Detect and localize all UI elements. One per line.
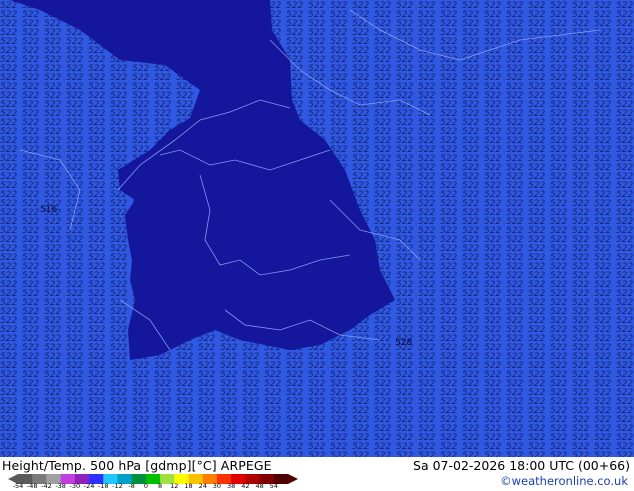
colorbar-tick-label: 38 xyxy=(227,482,236,490)
colorbar-tick-label: -24 xyxy=(83,482,95,490)
contour-value-label: 528 xyxy=(395,338,412,348)
map-canvas: 522 516528 xyxy=(0,0,634,457)
colorbar-tick-label: -48 xyxy=(26,482,38,490)
colorbar-tick-label: -12 xyxy=(112,482,123,490)
source-credit-link[interactable]: ©weatheronline.co.uk xyxy=(500,474,628,488)
map-footer: Height/Temp. 500 hPa [gdmp][°C] ARPEGE S… xyxy=(0,457,634,490)
colorbar-tick-label: 30 xyxy=(212,482,222,490)
colorbar-tick-label: 0 xyxy=(143,482,148,490)
weather-map: 522 516528 xyxy=(0,0,634,457)
colorbar-tick-label: -54 xyxy=(12,482,24,490)
colorbar-tick-label: 54 xyxy=(269,482,278,490)
colorbar-tick-label: 24 xyxy=(198,482,207,490)
colorbar-tick-label: -30 xyxy=(69,482,81,490)
colorbar-tick-label: 42 xyxy=(241,482,250,490)
forecast-datetime: Sa 07-02-2026 18:00 UTC (00+66) xyxy=(413,458,630,473)
contour-value-label: 516 xyxy=(40,205,57,215)
colorbar-tick-label: 48 xyxy=(255,482,264,490)
colorbar-tick-label: 18 xyxy=(184,482,193,490)
colorbar-tick-label: -8 xyxy=(128,482,135,490)
map-title: Height/Temp. 500 hPa [gdmp][°C] ARPEGE xyxy=(2,458,272,473)
colorbar-tick-label: 8 xyxy=(158,482,163,490)
colorbar-tick-label: -18 xyxy=(97,482,109,490)
colorbar-tick-label: -42 xyxy=(41,482,52,490)
colorbar-tick-label: -38 xyxy=(55,482,66,490)
colorbar-tick-label: 12 xyxy=(170,482,179,490)
